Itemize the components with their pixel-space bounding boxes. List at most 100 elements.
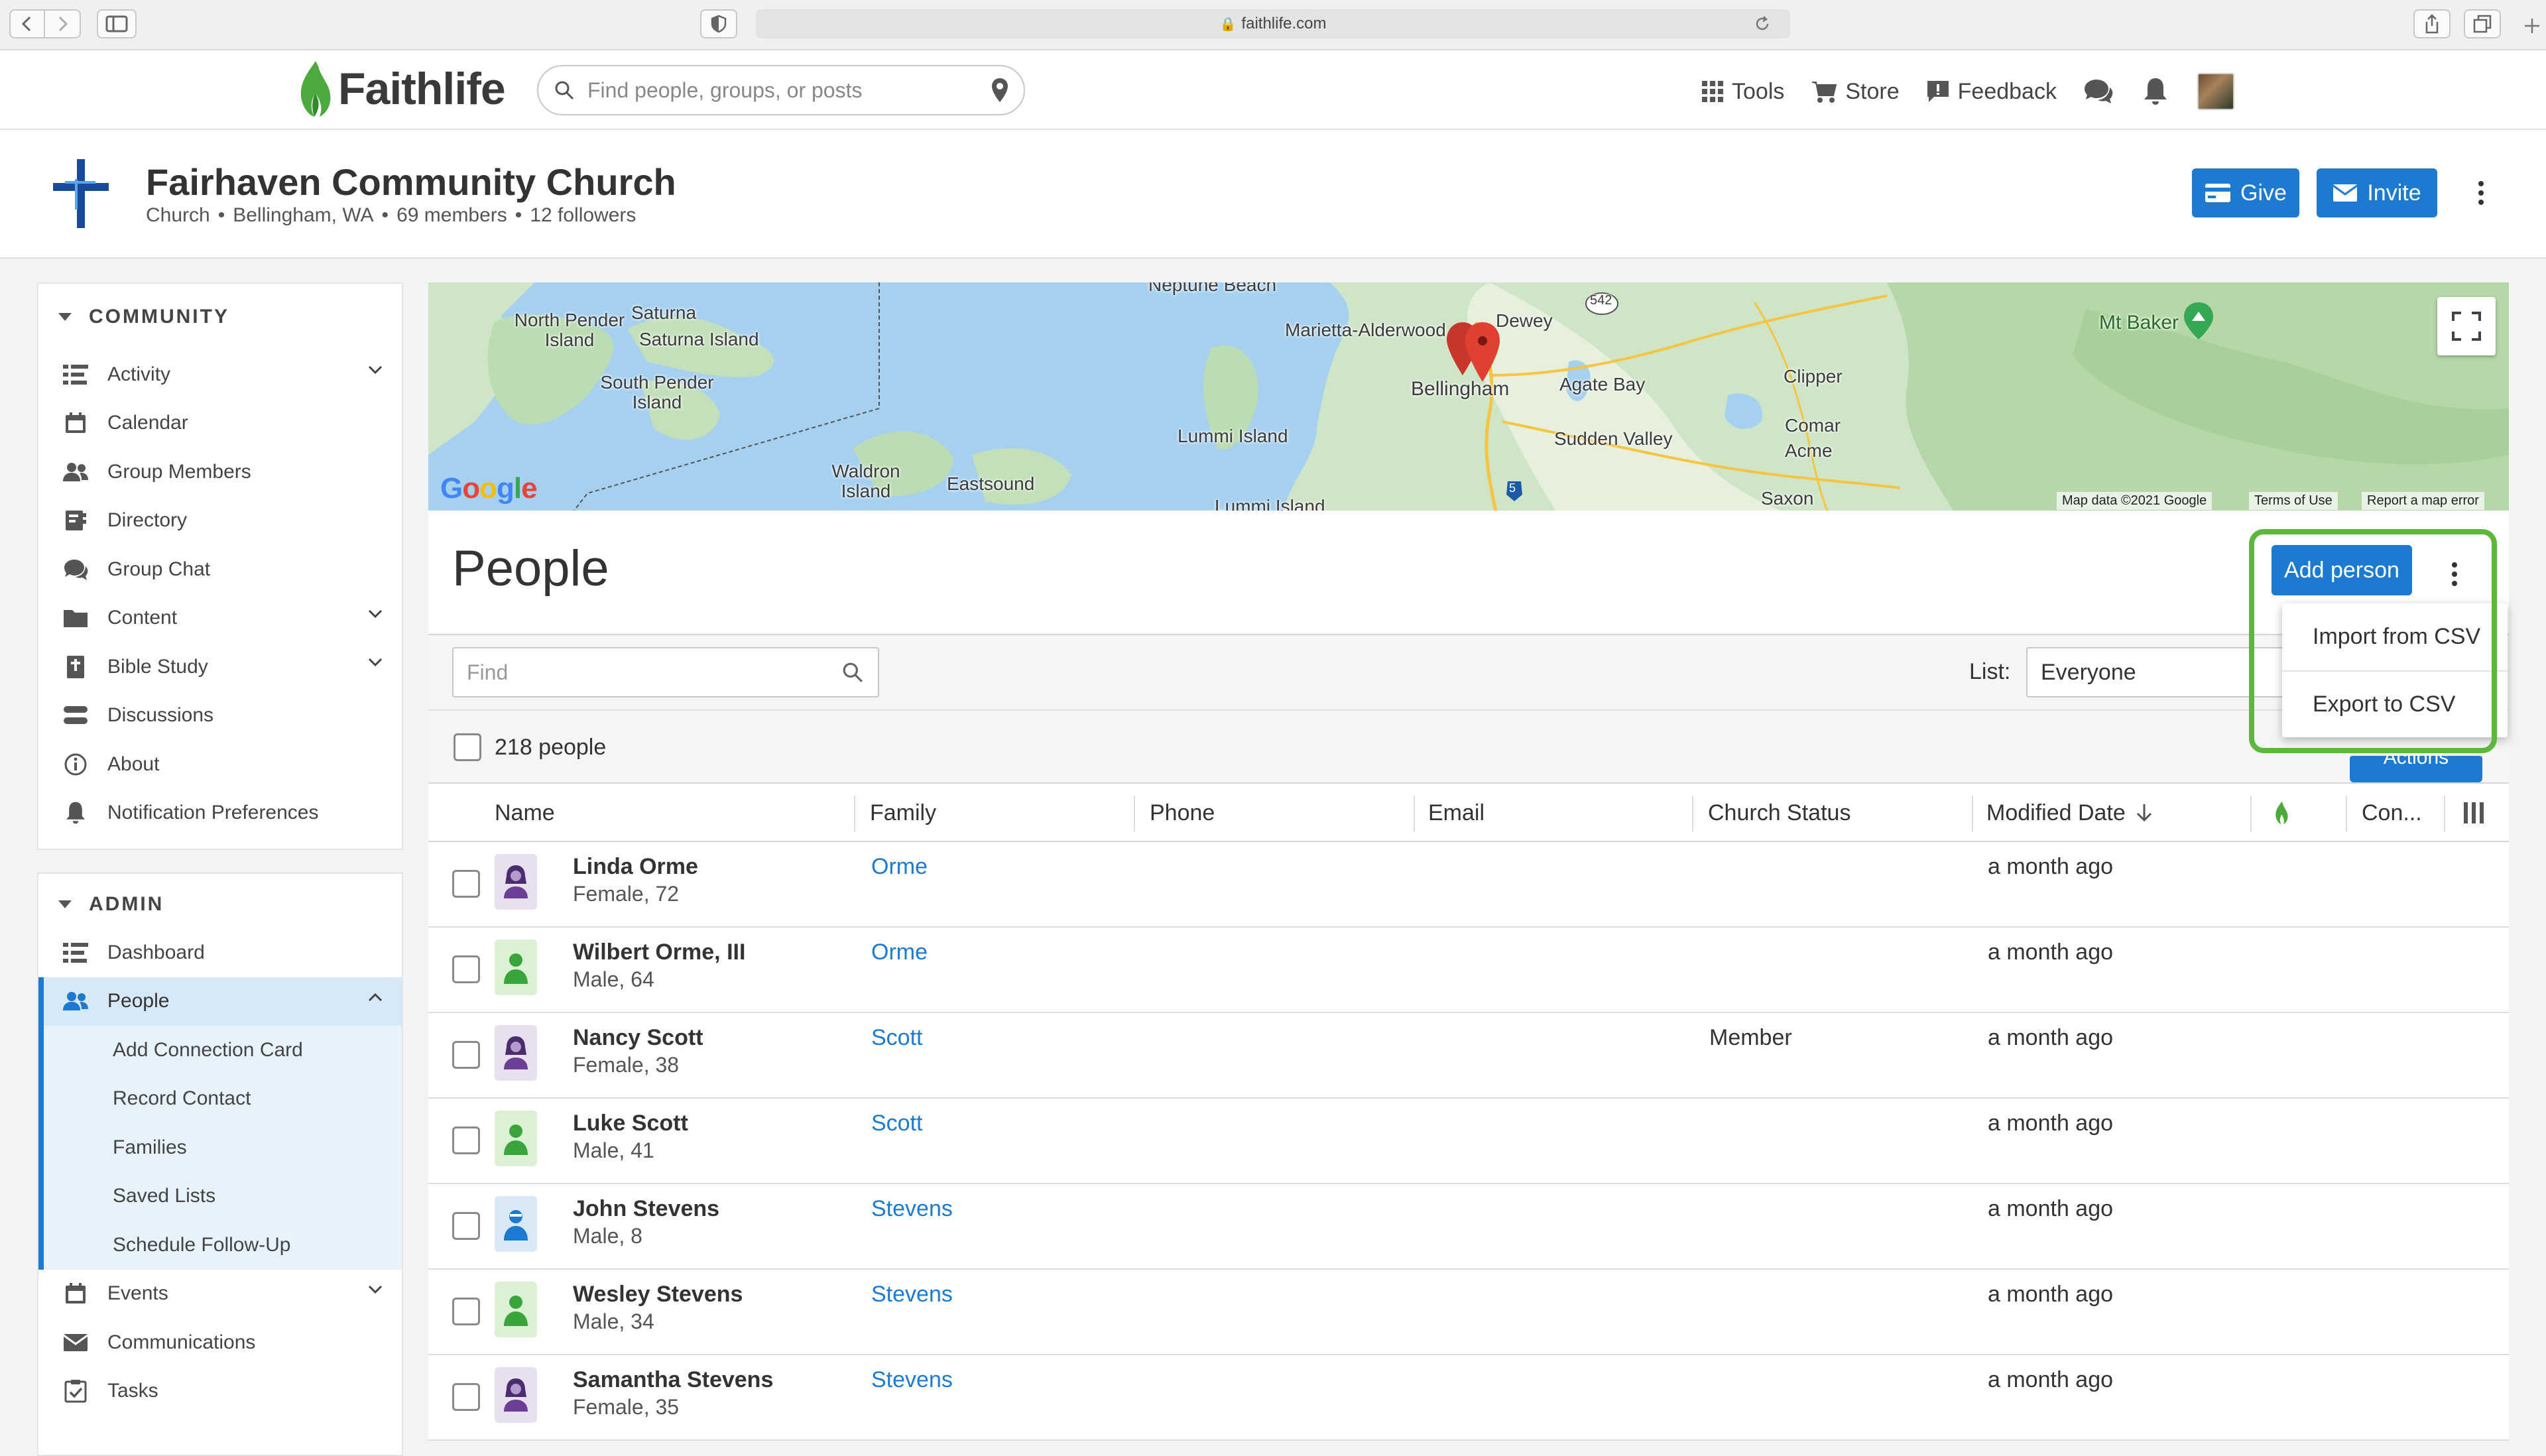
sidebar-item-notification-preferences[interactable]: Notification Preferences	[38, 789, 402, 838]
sidebar-item-group-chat[interactable]: Group Chat	[38, 545, 402, 594]
person-name[interactable]: Samantha Stevens	[573, 1367, 773, 1393]
row-checkbox[interactable]	[452, 955, 480, 983]
modified-date: a month ago	[1988, 940, 2114, 965]
row-checkbox[interactable]	[452, 1041, 480, 1069]
members-map[interactable]: Neptune Beach North Pender Island Saturn…	[428, 282, 2509, 511]
family-link[interactable]: Stevens	[871, 1367, 953, 1393]
privacy-shield-button[interactable]	[700, 9, 737, 38]
url-text: faithlife.com	[1241, 15, 1327, 32]
sidebar-item-saved-lists[interactable]: Saved Lists	[38, 1172, 402, 1221]
fullscreen-button[interactable]	[2437, 297, 2496, 355]
location-pin-icon[interactable]	[991, 77, 1009, 103]
column-family[interactable]: Family	[870, 784, 936, 842]
family-link[interactable]: Scott	[871, 1025, 922, 1051]
back-button[interactable]	[9, 9, 45, 38]
church-type: Church	[146, 204, 210, 226]
family-link[interactable]: Stevens	[871, 1196, 953, 1222]
person-name[interactable]: Linda Orme	[573, 854, 698, 880]
family-link[interactable]: Scott	[871, 1111, 922, 1136]
row-checkbox[interactable]	[452, 1298, 480, 1325]
reload-icon[interactable]	[1753, 15, 1772, 33]
sidebar-item-schedule-follow-up[interactable]: Schedule Follow-Up	[38, 1221, 402, 1270]
feedback-link[interactable]: Feedback	[1926, 79, 2057, 105]
sidebar-toggle-button[interactable]	[97, 9, 137, 38]
give-button[interactable]: Give	[2192, 168, 2299, 217]
map-terms-link[interactable]: Terms of Use	[2249, 492, 2338, 510]
map-report-link[interactable]: Report a map error	[2362, 492, 2484, 510]
sidebar-item-communications[interactable]: Communications	[38, 1318, 402, 1367]
sidebar-item-people[interactable]: People	[38, 977, 402, 1026]
new-tab-button[interactable]	[2522, 16, 2546, 42]
family-link[interactable]: Orme	[871, 940, 928, 965]
tabs-button[interactable]	[2464, 9, 2501, 38]
tools-link[interactable]: Tools	[1701, 79, 1784, 105]
column-name[interactable]: Name	[495, 784, 555, 842]
map-label: Mt Baker	[2099, 312, 2179, 334]
column-modified-date[interactable]: Modified Date	[1986, 784, 2153, 842]
family-link[interactable]: Stevens	[871, 1282, 953, 1307]
table-row[interactable]: Linda Orme Female, 72 Orme a month ago	[428, 842, 2509, 928]
table-row[interactable]: Luke Scott Male, 41 Scott a month ago	[428, 1099, 2509, 1184]
admin-heading[interactable]: ADMIN	[38, 874, 402, 928]
search-input[interactable]: Find people, groups, or posts	[587, 78, 991, 103]
messages-button[interactable]	[2083, 78, 2114, 105]
sidebar-item-add-connection-card[interactable]: Add Connection Card	[38, 1026, 402, 1075]
store-link[interactable]: Store	[1811, 79, 1900, 105]
select-all-checkbox[interactable]	[454, 733, 481, 761]
column-con[interactable]: Con...	[2362, 784, 2422, 842]
person-name[interactable]: Wesley Stevens	[573, 1282, 743, 1307]
sidebar-item-events[interactable]: Events	[38, 1270, 402, 1319]
male-avatar-icon	[495, 1282, 537, 1337]
church-followers[interactable]: 12 followers	[530, 204, 636, 226]
address-bar[interactable]: 🔒 faithlife.com	[756, 9, 1790, 38]
sidebar-item-record-contact[interactable]: Record Contact	[38, 1074, 402, 1123]
forward-button[interactable]	[45, 9, 81, 38]
sidebar-item-directory[interactable]: Directory	[38, 497, 402, 546]
sidebar-item-about[interactable]: About	[38, 740, 402, 789]
row-checkbox[interactable]	[452, 1126, 480, 1154]
table-row[interactable]: Wilbert Orme, III Male, 64 Orme a month …	[428, 928, 2509, 1013]
actions-button[interactable]: Actions	[2350, 756, 2482, 782]
map-label: Bellingham	[1411, 378, 1510, 400]
sidebar-item-group-members[interactable]: Group Members	[38, 448, 402, 497]
row-checkbox[interactable]	[452, 870, 480, 898]
community-heading[interactable]: COMMUNITY	[38, 284, 402, 350]
invite-button[interactable]: Invite	[2317, 168, 2437, 217]
global-search[interactable]: Find people, groups, or posts	[537, 65, 1025, 115]
person-name[interactable]: John Stevens	[573, 1196, 719, 1222]
table-row[interactable]: Samantha Stevens Female, 35 Stevens a mo…	[428, 1355, 2509, 1441]
sidebar-item-activity[interactable]: Activity	[38, 350, 402, 399]
person-name[interactable]: Nancy Scott	[573, 1025, 703, 1051]
column-church-status[interactable]: Church Status	[1708, 784, 1850, 842]
user-avatar[interactable]	[2197, 73, 2234, 110]
search-icon	[555, 81, 574, 100]
church-members[interactable]: 69 members	[396, 204, 507, 226]
find-input[interactable]: Find	[452, 647, 879, 698]
sidebar-item-discussions[interactable]: Discussions	[38, 692, 402, 741]
sidebar-item-dashboard[interactable]: Dashboard	[38, 928, 402, 977]
church-name: Fairhaven Community Church	[146, 161, 676, 203]
row-checkbox[interactable]	[452, 1383, 480, 1411]
sidebar-item-content[interactable]: Content	[38, 594, 402, 643]
table-row[interactable]: Wesley Stevens Male, 34 Stevens a month …	[428, 1270, 2509, 1355]
table-row[interactable]: Nancy Scott Female, 38 Scott Member a mo…	[428, 1013, 2509, 1099]
map-label: Comar	[1785, 415, 1841, 436]
person-name[interactable]: Luke Scott	[573, 1111, 688, 1136]
sidebar-item-calendar[interactable]: Calendar	[38, 399, 402, 448]
sidebar-item-tasks[interactable]: Tasks	[38, 1367, 402, 1416]
table-row[interactable]: John Stevens Male, 8 Stevens a month ago	[428, 1184, 2509, 1270]
sidebar-item-families[interactable]: Families	[38, 1123, 402, 1172]
column-connection-icon[interactable]	[2273, 784, 2290, 842]
row-checkbox[interactable]	[452, 1212, 480, 1240]
sidebar-item-bible-study[interactable]: Bible Study	[38, 642, 402, 692]
column-phone[interactable]: Phone	[1150, 784, 1215, 842]
share-button[interactable]	[2413, 9, 2451, 38]
person-name[interactable]: Wilbert Orme, III	[573, 940, 745, 965]
column-picker-button[interactable]	[2462, 784, 2485, 842]
notifications-button[interactable]	[2143, 77, 2168, 106]
more-options-icon[interactable]	[2468, 176, 2494, 210]
faithlife-logo[interactable]: Faithlife	[296, 60, 506, 118]
table-header: Name Family Phone Email Church Status Mo…	[428, 782, 2509, 842]
family-link[interactable]: Orme	[871, 854, 928, 880]
column-email[interactable]: Email	[1428, 784, 1485, 842]
